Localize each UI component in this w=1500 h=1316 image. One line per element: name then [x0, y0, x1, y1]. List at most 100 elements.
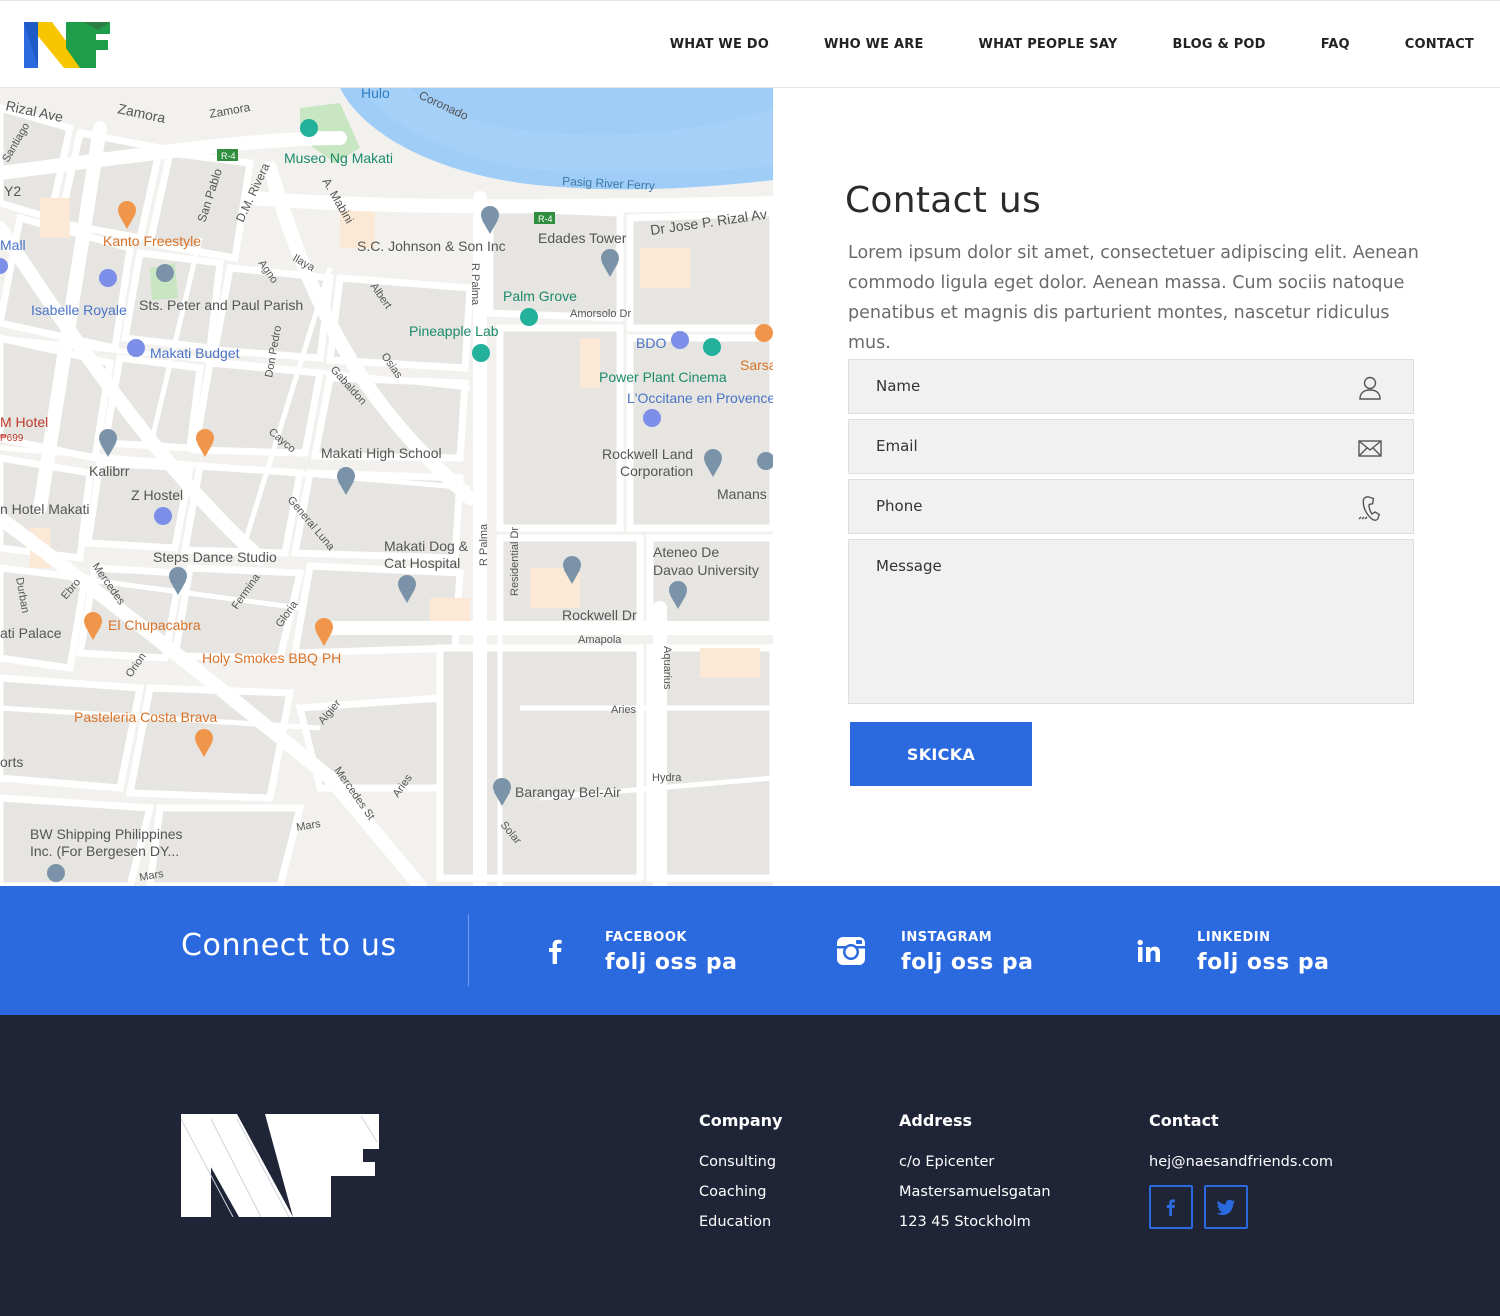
address-line: c/o Epicenter — [899, 1154, 995, 1170]
nav-faq[interactable]: FAQ — [1321, 37, 1350, 52]
email-field[interactable]: Email — [848, 419, 1414, 474]
map-label: Kalibrr — [89, 463, 130, 479]
connect-title: Connect to us — [181, 928, 397, 963]
map-label: BW Shipping Philippines — [30, 826, 183, 842]
name-placeholder: Name — [876, 377, 921, 395]
footer-facebook-button[interactable] — [1149, 1185, 1193, 1229]
map-label: Rockwell Land — [602, 446, 693, 462]
name-field[interactable]: Name — [848, 359, 1414, 414]
footer-address-column: Address c/o Epicenter Mastersamuelsgatan… — [899, 1111, 1051, 1244]
twitter-icon — [1216, 1199, 1235, 1215]
contact-title: Contact us — [845, 180, 1042, 221]
message-field[interactable]: Message — [848, 539, 1414, 704]
map-label: R Palma — [469, 263, 481, 306]
map-label: Cat Hospital — [384, 555, 460, 571]
map-label: Residential Dr — [509, 527, 521, 596]
social-network-label: INSTAGRAM — [901, 930, 993, 945]
nav-what-we-do[interactable]: WHAT WE DO — [670, 37, 769, 52]
map-label: Amorsolo Dr — [570, 308, 631, 320]
map-label: Mall — [0, 237, 26, 253]
linkedin-icon — [1137, 939, 1160, 962]
footer-heading: Address — [899, 1111, 973, 1130]
divider — [468, 914, 469, 986]
route-shield: R-4 — [217, 149, 238, 161]
footer-logo[interactable] — [181, 1114, 379, 1217]
nav-what-people-say[interactable]: WHAT PEOPLE SAY — [979, 37, 1118, 52]
map-label: ₱699 — [0, 433, 24, 444]
map-label: Makati Budget — [150, 345, 240, 361]
route-shield: R-4 — [534, 212, 555, 224]
social-cta: folj oss pa — [605, 950, 738, 975]
map-label: Inc. (For Bergesen DY... — [30, 843, 179, 859]
map-label: Y2 — [4, 183, 21, 199]
map-label: Palm Grove — [503, 288, 577, 304]
map-label: Power Plant Cinema — [599, 369, 727, 385]
message-placeholder: Message — [876, 557, 942, 575]
footer-link-coaching[interactable]: Coaching — [699, 1184, 782, 1203]
footer-heading: Company — [699, 1111, 783, 1130]
map-label: Museo Ng Makati — [284, 150, 393, 166]
map-label: BDO — [636, 335, 666, 351]
phone-field[interactable]: Phone — [848, 479, 1414, 534]
map-label: El Chupacabra — [108, 617, 201, 633]
envelope-icon — [1358, 440, 1382, 457]
map-label: M Hotel — [0, 414, 48, 430]
footer-heading: Contact — [1149, 1111, 1219, 1130]
map-label: Pasteleria Costa Brava — [74, 709, 217, 725]
map-label: Sarsa — [740, 357, 773, 373]
footer-company-column: Company Consulting Coaching Education — [699, 1111, 782, 1244]
map-label: Hydra — [652, 772, 682, 784]
connect-band: Connect to us FACEBOOK folj oss pa INSTA… — [0, 886, 1500, 1015]
site-footer: Company Consulting Coaching Education Ad… — [0, 1015, 1500, 1316]
map-label: ati Palace — [0, 625, 62, 641]
map-label: L'Occitane en Provence — [627, 390, 773, 406]
map-label: Makati Dog & — [384, 538, 469, 554]
nav-blog-pod[interactable]: BLOG & POD — [1172, 37, 1265, 52]
map-label: Aries — [611, 704, 637, 716]
address-line: Mastersamuelsgatan — [899, 1184, 1051, 1200]
map-label: Rockwell Dr — [562, 607, 637, 623]
map-label: Z Hostel — [131, 487, 183, 503]
map-label: Corporation — [620, 463, 693, 479]
user-icon — [1359, 376, 1381, 400]
map-label: R Palma — [478, 523, 490, 566]
nav-who-we-are[interactable]: WHO WE ARE — [824, 37, 924, 52]
location-map[interactable]: Rizal Ave Zamora Zamora Hulo Coronado Mu… — [0, 88, 773, 886]
footer-link-consulting[interactable]: Consulting — [699, 1154, 782, 1173]
map-label: Amapola — [578, 634, 622, 646]
contact-email-link[interactable]: hej@naesandfriends.com — [1149, 1154, 1333, 1173]
facebook-icon — [1166, 1199, 1175, 1216]
main-nav: WHAT WE DO WHO WE ARE WHAT PEOPLE SAY BL… — [615, 1, 1474, 87]
map-label: Pineapple Lab — [409, 323, 499, 339]
linkedin-link[interactable]: LINKEDIN folj oss pa — [1130, 928, 1350, 978]
social-network-label: FACEBOOK — [605, 930, 687, 945]
site-header: WHAT WE DO WHO WE ARE WHAT PEOPLE SAY BL… — [0, 0, 1500, 88]
svg-text:R-4: R-4 — [538, 214, 553, 224]
map-label: Davao University — [653, 562, 759, 578]
social-cta: folj oss pa — [1197, 950, 1330, 975]
submit-button[interactable]: SKICKA — [850, 722, 1032, 786]
map-label: Steps Dance Studio — [153, 549, 277, 565]
social-cta: folj oss pa — [901, 950, 1034, 975]
contact-intro: Lorem ipsum dolor sit amet, consectetuer… — [848, 243, 1419, 353]
email-placeholder: Email — [876, 437, 918, 455]
instagram-icon — [837, 937, 865, 965]
instagram-link[interactable]: INSTAGRAM folj oss pa — [834, 928, 1054, 978]
map-label: Holy Smokes BBQ PH — [202, 650, 341, 666]
footer-link-education[interactable]: Education — [699, 1214, 782, 1233]
map-label: Kanto Freestyle — [103, 233, 201, 249]
address-line: 123 45 Stockholm — [899, 1214, 1031, 1230]
social-network-label: LINKEDIN — [1197, 930, 1271, 945]
facebook-icon — [549, 939, 562, 964]
nav-contact[interactable]: CONTACT — [1405, 37, 1474, 52]
brand-logo[interactable] — [24, 22, 112, 68]
svg-text:R-4: R-4 — [221, 151, 236, 161]
facebook-link[interactable]: FACEBOOK folj oss pa — [538, 928, 758, 978]
footer-contact-column: Contact hej@naesandfriends.com — [1149, 1111, 1333, 1184]
map-label: Sts. Peter and Paul Parish — [139, 297, 303, 313]
footer-twitter-button[interactable] — [1204, 1185, 1248, 1229]
map-label: Makati High School — [321, 445, 442, 461]
map-label: Ateneo De — [653, 544, 719, 560]
map-label: Edades Tower — [538, 230, 627, 246]
map-label: Manans — [717, 486, 767, 502]
